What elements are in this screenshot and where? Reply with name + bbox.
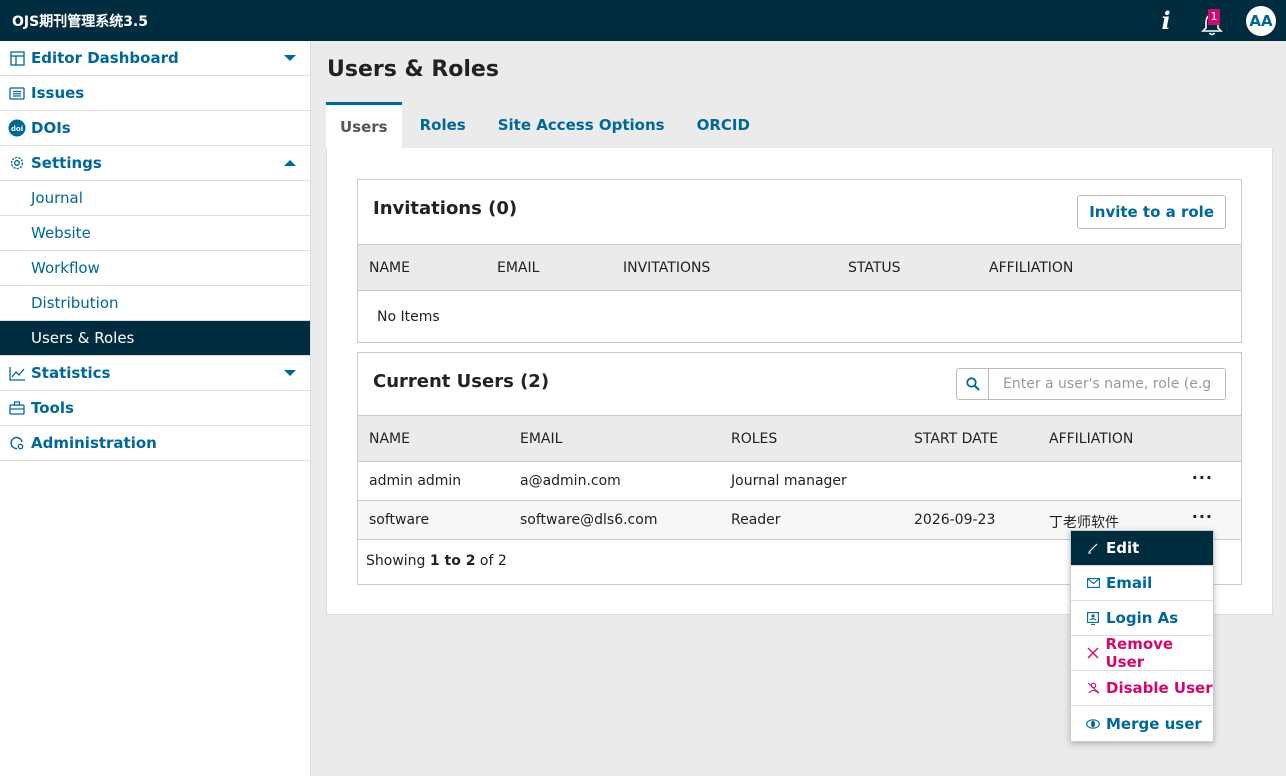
tab-users[interactable]: Users xyxy=(326,102,402,148)
merge-icon xyxy=(1086,717,1100,731)
user-name: admin admin xyxy=(369,473,462,489)
sidebar-item-journal[interactable]: Journal xyxy=(0,181,310,216)
sidebar-item-settings[interactable]: Settings xyxy=(0,146,310,181)
user-roles: Reader xyxy=(731,512,781,528)
menu-item-disable-user[interactable]: Disable User xyxy=(1071,671,1213,706)
sidebar-item-users-roles[interactable]: Users & Roles xyxy=(0,321,310,356)
user-email: software@dls6.com xyxy=(520,512,658,528)
menu-item-label: Login As xyxy=(1106,609,1179,627)
sidebar-item-label: Settings xyxy=(31,154,102,172)
column-header[interactable]: EMAIL xyxy=(520,431,562,447)
svg-text:doi: doi xyxy=(11,125,23,133)
tab-orcid[interactable]: ORCID xyxy=(683,102,764,148)
toolbox-icon xyxy=(8,399,26,417)
dashboard-icon xyxy=(8,49,26,67)
users-table-header: NAME EMAIL ROLES START DATE AFFILIATION xyxy=(358,415,1241,462)
notifications-button[interactable]: 1 xyxy=(1200,6,1224,36)
tab-roles[interactable]: Roles xyxy=(406,102,480,148)
chart-line-icon xyxy=(8,364,26,382)
doi-icon: doi xyxy=(8,119,26,137)
sidebar-item-label: DOIs xyxy=(31,119,71,137)
showing-suffix: of 2 xyxy=(479,553,507,569)
envelope-icon xyxy=(1086,576,1100,590)
user-roles: Journal manager xyxy=(731,473,847,489)
pagination-summary: Showing 1 to 2 of 2 xyxy=(366,553,507,569)
close-icon xyxy=(1086,646,1100,660)
menu-item-remove-user[interactable]: Remove User xyxy=(1071,635,1213,671)
invitations-table-header: NAME EMAIL INVITATIONS STATUS AFFILIATIO… xyxy=(358,244,1241,291)
row-actions-menu-icon[interactable]: ··· xyxy=(1192,507,1213,526)
sidebar-nav: Editor Dashboard Issues doi DOIs Setting… xyxy=(0,41,311,776)
issues-icon xyxy=(8,84,26,102)
login-as-icon xyxy=(1086,611,1100,625)
table-row[interactable]: admin admin a@admin.com Journal manager … xyxy=(358,462,1241,501)
column-header[interactable]: AFFILIATION xyxy=(989,260,1073,276)
invite-to-role-button[interactable]: Invite to a role xyxy=(1077,195,1226,229)
sidebar-item-editor-dashboard[interactable]: Editor Dashboard xyxy=(0,41,310,76)
app-title[interactable]: OJS期刊管理系统3.5 xyxy=(0,11,148,31)
info-icon[interactable]: i xyxy=(1156,6,1176,35)
user-search xyxy=(956,368,1226,400)
user-email: a@admin.com xyxy=(520,473,621,489)
header-actions: i 1 AA xyxy=(1156,0,1276,41)
showing-prefix: Showing xyxy=(366,553,426,569)
column-header[interactable]: NAME xyxy=(369,431,410,447)
menu-item-label: Remove User xyxy=(1105,635,1174,671)
notification-count-badge: 1 xyxy=(1208,8,1220,25)
column-header[interactable]: NAME xyxy=(369,260,410,276)
column-header[interactable]: STATUS xyxy=(848,260,901,276)
row-actions-menu-icon[interactable]: ··· xyxy=(1192,468,1213,487)
sidebar-item-label: Issues xyxy=(31,84,85,102)
chevron-down-icon[interactable] xyxy=(284,55,296,61)
pencil-icon xyxy=(1086,541,1100,555)
sidebar-item-label: Administration xyxy=(31,434,157,452)
menu-item-email[interactable]: Email xyxy=(1071,566,1213,601)
sidebar-item-website[interactable]: Website xyxy=(0,216,310,251)
sidebar-item-label: Tools xyxy=(31,399,74,417)
invitations-card: Invitations (0) Invite to a role NAME EM… xyxy=(357,179,1242,343)
menu-item-merge-user[interactable]: Merge user xyxy=(1071,706,1213,741)
disable-user-icon xyxy=(1086,681,1100,695)
column-header[interactable]: EMAIL xyxy=(497,260,539,276)
sidebar-item-distribution[interactable]: Distribution xyxy=(0,286,310,321)
user-start-date: 2026-09-23 xyxy=(914,512,996,528)
chevron-up-icon[interactable] xyxy=(284,160,296,166)
search-button[interactable] xyxy=(957,369,989,399)
sidebar-item-label: Editor Dashboard xyxy=(31,49,179,67)
showing-range: 1 to 2 xyxy=(429,553,476,569)
column-header[interactable]: ROLES xyxy=(731,431,777,447)
page-title: Users & Roles xyxy=(327,57,499,82)
menu-item-login-as[interactable]: Login As xyxy=(1071,601,1213,636)
sidebar-item-administration[interactable]: Administration xyxy=(0,426,310,461)
sidebar-item-issues[interactable]: Issues xyxy=(0,76,310,111)
menu-item-label: Email xyxy=(1106,574,1153,592)
admin-gear-icon xyxy=(8,434,26,452)
user-name: software xyxy=(369,512,430,528)
chevron-down-icon[interactable] xyxy=(284,370,296,376)
invitations-title: Invitations (0) xyxy=(373,198,518,219)
sidebar-item-dois[interactable]: doi DOIs xyxy=(0,111,310,146)
sidebar-item-tools[interactable]: Tools xyxy=(0,391,310,426)
tab-bar: Users Roles Site Access Options ORCID xyxy=(326,102,768,148)
top-header: OJS期刊管理系统3.5 i 1 AA xyxy=(0,0,1286,41)
search-input[interactable] xyxy=(989,369,1225,399)
sidebar-item-statistics[interactable]: Statistics xyxy=(0,356,310,391)
gear-icon xyxy=(8,154,26,172)
user-avatar[interactable]: AA xyxy=(1246,5,1276,36)
menu-item-edit[interactable]: Edit xyxy=(1071,531,1213,566)
search-icon xyxy=(965,377,980,391)
empty-state-text: No Items xyxy=(377,309,440,325)
tab-site-access-options[interactable]: Site Access Options xyxy=(484,102,679,148)
menu-item-label: Disable User xyxy=(1106,679,1213,697)
sidebar-item-workflow[interactable]: Workflow xyxy=(0,251,310,286)
column-header[interactable]: AFFILIATION xyxy=(1049,431,1133,447)
current-users-title: Current Users (2) xyxy=(373,371,550,392)
column-header[interactable]: INVITATIONS xyxy=(623,260,710,276)
row-actions-dropdown: Edit Email Login As Remove User Disable … xyxy=(1070,530,1214,742)
sidebar-item-label: Statistics xyxy=(31,364,111,382)
menu-item-label: Edit xyxy=(1106,539,1140,557)
user-affiliation: 丁老师软件 xyxy=(1049,515,1119,531)
column-header[interactable]: START DATE xyxy=(914,431,998,447)
menu-item-label: Merge user xyxy=(1106,714,1202,733)
